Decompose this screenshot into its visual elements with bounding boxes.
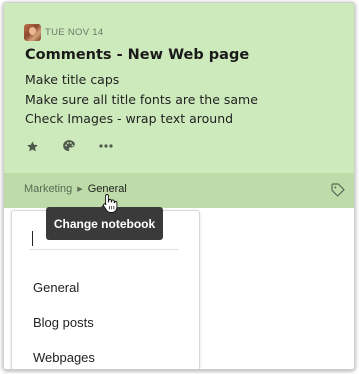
notebook-option-webpages[interactable]: Webpages [33, 350, 95, 365]
hand-pointer-icon [102, 193, 118, 213]
note-line: Check Images - wrap text around [25, 111, 234, 126]
note-date: TUE NOV 14 [45, 26, 104, 38]
note-window: TUE NOV 14 Comments - New Web page Make … [3, 2, 355, 370]
text-caret [32, 231, 33, 246]
note-actions [25, 139, 136, 153]
note-card[interactable]: TUE NOV 14 Comments - New Web page Make … [4, 3, 354, 173]
note-title: Comments - New Web page [25, 47, 250, 63]
star-icon[interactable] [25, 139, 39, 153]
breadcrumb-stack[interactable]: Marketing [24, 183, 72, 195]
more-icon[interactable] [99, 139, 113, 153]
notebook-option-blog-posts[interactable]: Blog posts [33, 315, 94, 330]
tag-icon[interactable] [330, 182, 346, 198]
palette-icon[interactable] [62, 139, 76, 153]
avatar [24, 23, 41, 41]
note-line: Make sure all title fonts are the same [25, 91, 258, 107]
note-line: Make title caps [25, 72, 120, 87]
chevron-right-icon: ▶ [77, 186, 83, 193]
notebook-option-general[interactable]: General [33, 280, 79, 295]
note-footer: Marketing ▶ General [4, 173, 354, 208]
note-body: Make title caps Make sure all title font… [25, 70, 258, 129]
note-meta: TUE NOV 14 [24, 23, 103, 41]
